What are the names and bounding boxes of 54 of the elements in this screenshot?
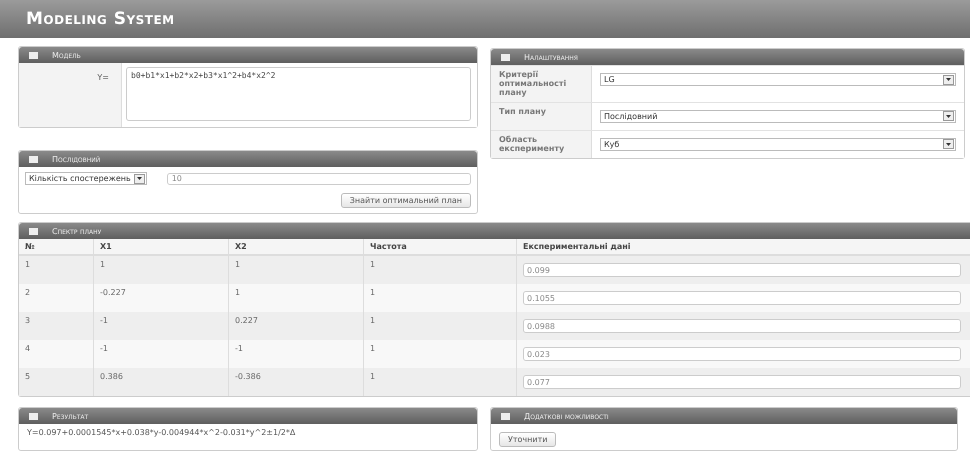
observations-input[interactable]: 10 [166, 172, 471, 184]
find-plan-button[interactable]: Знайти оптимальний план [340, 193, 471, 208]
dropdown-caret-icon[interactable] [943, 111, 954, 122]
app-title: Modeling System [26, 9, 175, 29]
setting-label: Критерії оптимальності плану [498, 69, 568, 100]
table-cell: 1 [364, 284, 516, 312]
table-cell: 2 [19, 284, 94, 312]
setting-dropdown[interactable]: Куб [600, 138, 956, 151]
data-input[interactable]: 0.077 [523, 375, 961, 389]
panel-title: Налаштування [524, 52, 578, 62]
table-cell: 1 [94, 255, 228, 284]
table-cell: 0.386 [94, 368, 228, 396]
dropdown-caret-icon[interactable] [943, 74, 954, 84]
table-cell: 1 [228, 284, 364, 312]
panel-title: Спектр плану [52, 226, 102, 236]
table-cell: 3 [19, 312, 94, 340]
table-cell: -0.386 [228, 368, 364, 396]
observations-dropdown[interactable]: Кількість спостережень [25, 172, 147, 185]
dropdown-caret-icon[interactable] [943, 139, 954, 150]
dropdown-caret-icon[interactable] [134, 174, 145, 184]
panel-title: Модель [52, 50, 81, 60]
setting-label: Тип плану [498, 106, 547, 118]
data-input[interactable]: 0.0988 [523, 319, 961, 333]
model-textarea[interactable]: b0+b1*x1+b2*x2+b3*x1^2+b4*x2^2 [126, 67, 471, 121]
panel-title: Результат [52, 412, 88, 420]
column-header: Частота [364, 239, 516, 255]
column-header: X1 [94, 239, 228, 255]
column-header: № [19, 239, 94, 255]
table-cell: -1 [94, 340, 228, 368]
column-header: X2 [228, 239, 364, 255]
model-label: Y= [96, 72, 110, 84]
setting-dropdown[interactable]: LG [600, 73, 956, 86]
table-cell: 1 [19, 255, 94, 284]
data-input[interactable]: 0.1055 [523, 291, 961, 305]
table-cell: 1 [364, 255, 516, 284]
table-cell: 0.227 [228, 312, 364, 340]
panel-title: Послідовний [52, 154, 100, 164]
table-cell: -1 [228, 340, 364, 368]
table-cell: -0.227 [94, 284, 228, 312]
refine-button[interactable]: Уточнити [499, 432, 556, 447]
result-formula: Y=0.097+0.0001545*x+0.038*y-0.004944*x^2-0.031*y^2±1/2*Δ [26, 427, 296, 439]
table-cell: -1 [94, 312, 228, 340]
table-cell: 1 [364, 312, 516, 340]
table-cell: 1 [228, 255, 364, 284]
data-input[interactable]: 0.023 [523, 347, 961, 361]
data-input[interactable]: 0.099 [523, 263, 961, 277]
panel-title: Додаткові можливості [524, 412, 609, 420]
table-cell: 1 [364, 368, 516, 396]
column-header: Експериментальні дані [516, 239, 970, 255]
setting-dropdown[interactable]: Послідовний [600, 110, 956, 123]
table-cell: 4 [19, 340, 94, 368]
setting-label: Область експерименту [498, 134, 566, 155]
table-cell: 1 [364, 340, 516, 368]
table-cell: 5 [19, 368, 94, 396]
